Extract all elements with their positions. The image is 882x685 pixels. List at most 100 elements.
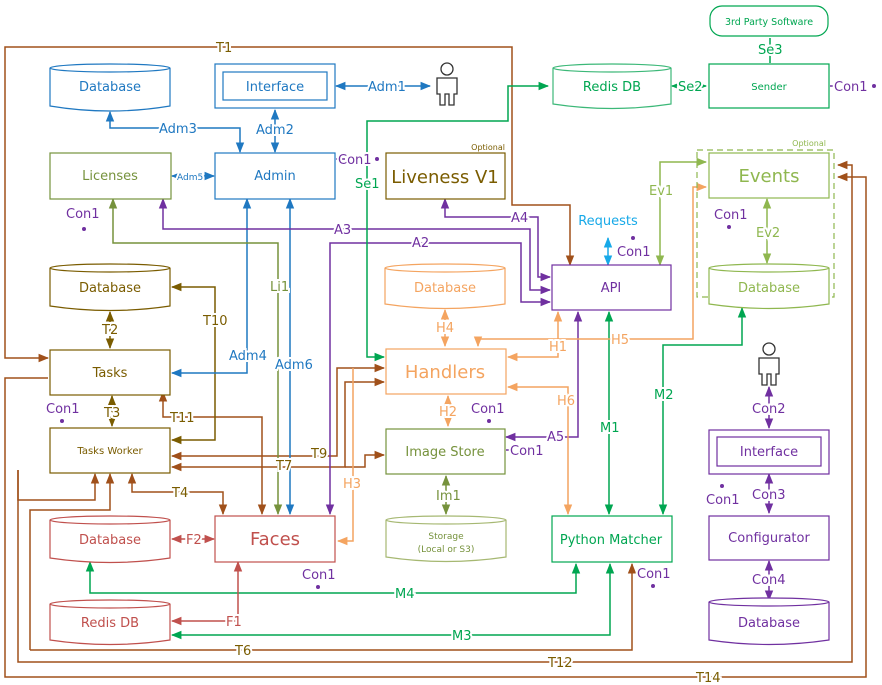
label-Con4: Con4 — [752, 573, 786, 588]
label-H4: H4 — [436, 321, 454, 336]
label-T2: T2 — [101, 323, 118, 338]
tasks-label: Tasks — [92, 366, 128, 381]
faces-db-label: Database — [79, 533, 141, 548]
connector-T12 — [17, 160, 853, 663]
licenses[interactable]: Licenses — [49, 152, 172, 200]
label-Con1-imagestore: Con1 — [510, 444, 544, 459]
conf-db-label: Database — [738, 616, 800, 631]
label-Adm6: Adm6 — [275, 358, 313, 373]
tasks-database[interactable]: Database — [49, 263, 171, 312]
third-party-label: 3rd Party Software — [725, 17, 813, 28]
faces-database[interactable]: Database — [49, 515, 171, 564]
faces[interactable]: Faces — [214, 515, 336, 563]
tasks-worker-label: Tasks Worker — [76, 446, 143, 457]
licenses-label: Licenses — [82, 169, 138, 184]
redis-db-faces[interactable]: Redis DB — [49, 599, 171, 646]
label-Con1-faces: Con1 — [302, 568, 336, 583]
architecture-diagram: Database Interface Admin Licenses Livene… — [4, 5, 876, 685]
label-Se1: Se1 — [355, 177, 380, 192]
configurator[interactable]: Configurator — [708, 515, 830, 561]
admin-database[interactable]: Database — [49, 63, 171, 112]
faces-label: Faces — [250, 529, 300, 550]
redis-faces-label: Redis DB — [81, 616, 139, 631]
connector-A5 — [504, 310, 583, 442]
api[interactable]: API — [551, 264, 672, 311]
handlers-label: Handlers — [405, 362, 485, 383]
label-H2: H2 — [439, 405, 457, 420]
user-icon — [758, 342, 780, 386]
requests-label: Requests — [578, 214, 638, 229]
label-Adm1: Adm1 — [368, 80, 406, 95]
connector-Adm4 — [170, 197, 252, 378]
third-party-software[interactable]: 3rd Party Software — [709, 5, 829, 37]
label-T3: T3 — [103, 406, 120, 421]
label-Con2: Con2 — [752, 402, 786, 417]
label-Con1-handlers: Con1 — [471, 402, 505, 417]
tasks-worker[interactable]: Tasks Worker — [49, 427, 171, 474]
api-label: API — [601, 281, 622, 296]
label-Con1-api: Con1 — [617, 245, 651, 260]
handlers-database[interactable]: Database — [384, 263, 506, 310]
label-Li1: Li1 — [270, 280, 289, 295]
label-T4: T4 — [171, 486, 188, 501]
tasks[interactable]: Tasks — [49, 349, 171, 396]
connector-Se1 — [366, 81, 550, 150]
label-Con1-admin: Con1 — [338, 153, 372, 168]
python-matcher[interactable]: Python Matcher — [551, 515, 673, 563]
admin-database-label: Database — [79, 80, 141, 95]
configurator-database[interactable]: Database — [708, 597, 830, 646]
python-matcher-label: Python Matcher — [560, 533, 663, 548]
label-Ev1: Ev1 — [649, 184, 673, 199]
label-A3: A3 — [334, 223, 351, 238]
label-H5: H5 — [611, 333, 629, 348]
label-Adm5: Adm5 — [177, 173, 203, 183]
admin[interactable]: Admin — [214, 152, 336, 200]
sender[interactable]: Sender — [708, 63, 830, 109]
label-H6: H6 — [557, 394, 575, 409]
label-T9: T9 — [310, 447, 327, 462]
events-database[interactable]: Database — [708, 263, 830, 310]
image-store[interactable]: Image Store — [385, 428, 506, 475]
events-optional-label: Optional — [792, 139, 826, 148]
label-T14: T14 — [695, 671, 720, 685]
storage[interactable]: Storage (Local or S3) — [385, 515, 507, 563]
label-Con1-tasks: Con1 — [46, 402, 80, 417]
label-M2: M2 — [654, 388, 674, 403]
label-M1: M1 — [600, 421, 620, 436]
redis-db-top[interactable]: Redis DB — [552, 63, 672, 110]
tasks-db-label: Database — [79, 281, 141, 296]
label-H1: H1 — [549, 340, 567, 355]
admin-interface[interactable]: Interface — [214, 63, 336, 109]
events-label: Events — [739, 166, 800, 187]
events[interactable]: Events — [708, 152, 830, 199]
label-Con1-licenses: Con1 — [66, 207, 100, 222]
label-Con1-events: Con1 — [714, 208, 748, 223]
liveness-v1[interactable]: Liveness V1 Optional — [385, 143, 506, 200]
label-Con1-matcher: Con1 — [637, 567, 671, 582]
label-F1: F1 — [226, 615, 242, 630]
liveness-label: Liveness V1 — [391, 167, 498, 188]
connector-Ev1 — [655, 157, 708, 267]
configurator-interface[interactable]: Interface — [708, 429, 830, 475]
label-Se3: Se3 — [758, 43, 783, 58]
label-Im1: Im1 — [436, 489, 461, 504]
liveness-optional-label: Optional — [471, 143, 505, 152]
label-M4: M4 — [395, 587, 415, 602]
label-Se2: Se2 — [678, 80, 703, 95]
sender-label: Sender — [751, 82, 787, 93]
storage-sublabel: (Local or S3) — [418, 545, 475, 555]
label-T10: T10 — [202, 314, 227, 329]
conf-interface-label: Interface — [740, 445, 798, 460]
label-Ev2: Ev2 — [756, 226, 780, 241]
label-Con1-configurator: Con1 — [706, 493, 740, 508]
label-T6: T6 — [234, 644, 251, 659]
events-db-label: Database — [738, 281, 800, 296]
label-A5: A5 — [547, 430, 564, 445]
handlers-db-label: Database — [414, 281, 476, 296]
handlers[interactable]: Handlers — [385, 348, 507, 395]
admin-label: Admin — [254, 169, 295, 184]
configurator-label: Configurator — [728, 531, 810, 546]
label-Con3: Con3 — [752, 488, 786, 503]
admin-interface-label: Interface — [246, 80, 304, 95]
user-icon — [436, 62, 458, 106]
